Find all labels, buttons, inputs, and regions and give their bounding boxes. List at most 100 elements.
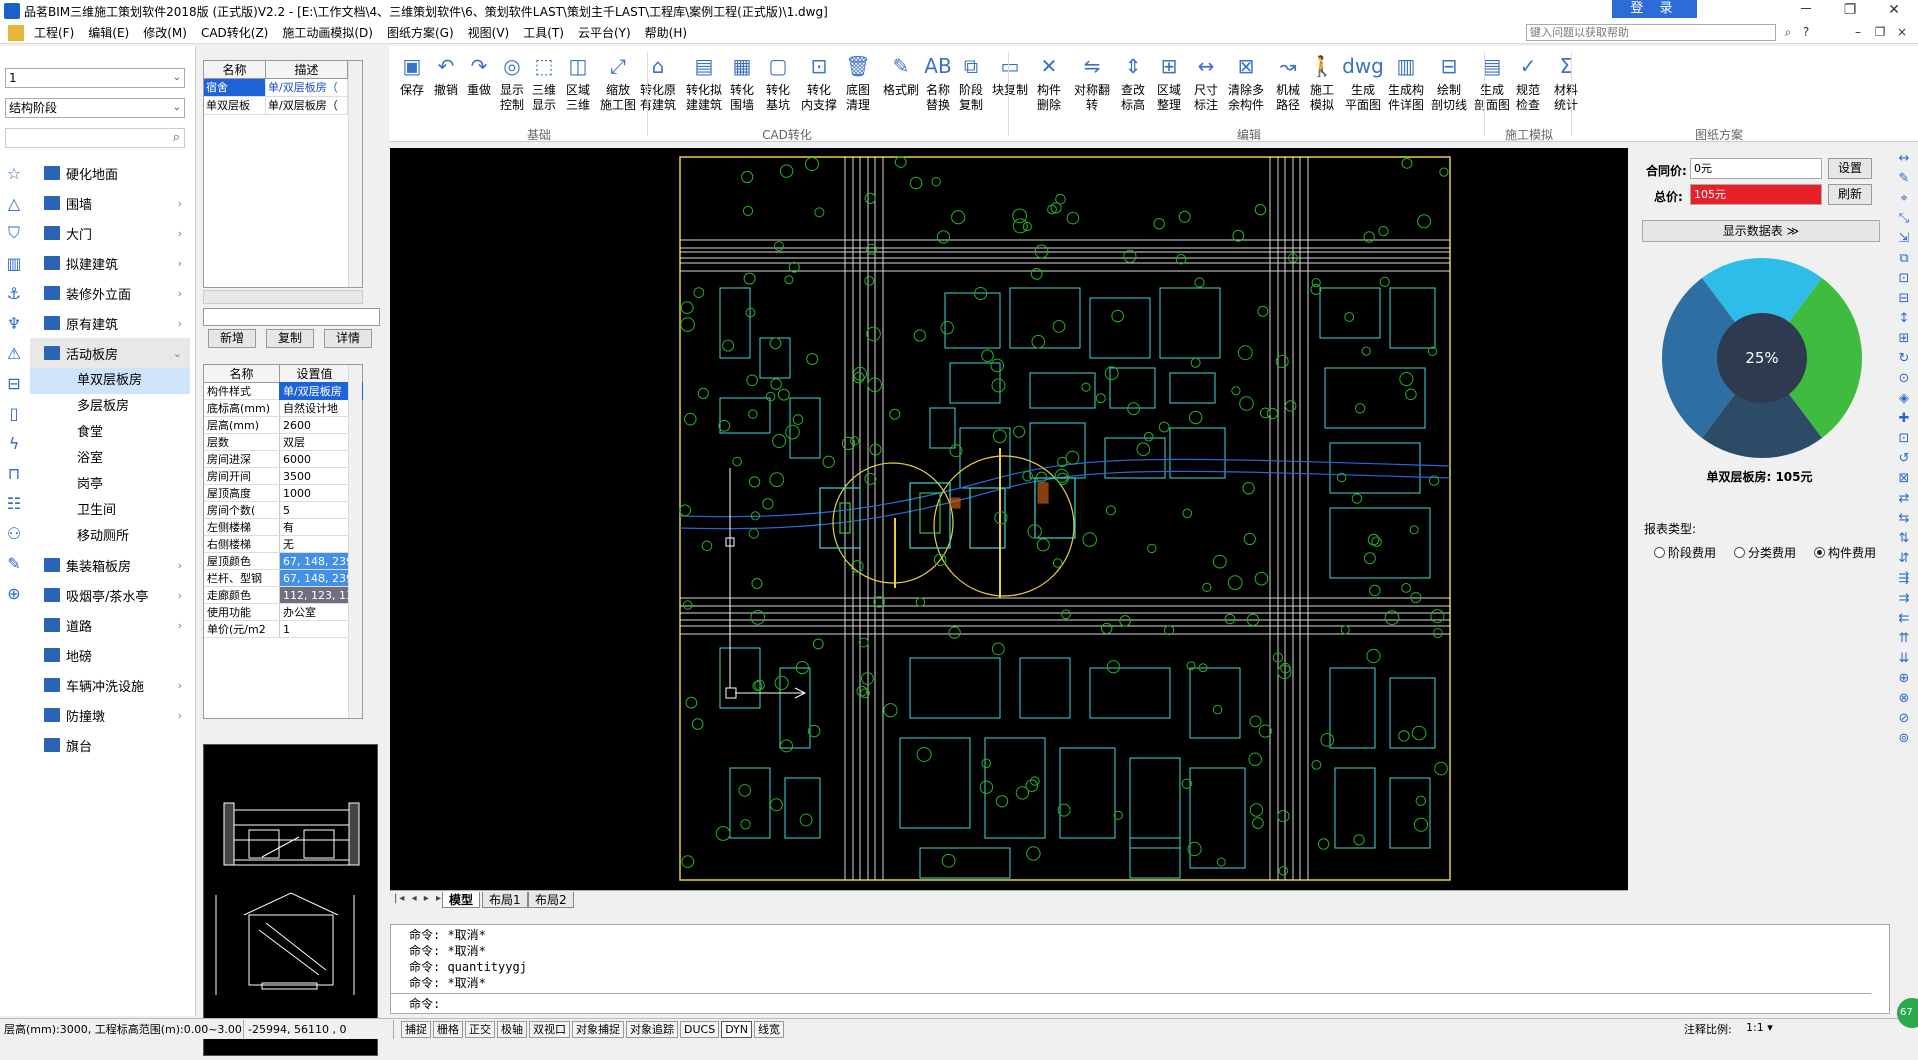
tool-icon[interactable]: ⇵ [1890,548,1918,568]
tool-icon[interactable]: ⤡ [1890,208,1918,228]
tab-layout2[interactable]: 布局2 [528,892,574,908]
star-icon[interactable]: ☆ [0,158,28,188]
section-line-button[interactable]: ⊟ 绘制 剖切线 [1429,52,1469,122]
zoom-region-icon[interactable]: ⊕ [0,578,28,608]
worker-button[interactable]: 🚶 施工 模拟 [1305,52,1339,122]
tree-sub-item[interactable]: 食堂 [30,420,190,446]
tool-icon[interactable]: ↕ [1890,308,1918,328]
tree-item[interactable]: 地磅 [30,640,190,670]
area-3d-button[interactable]: ◫ 区域 三维 [561,52,595,122]
tool-icon[interactable]: ⇈ [1890,628,1918,648]
dwg-button[interactable]: dwg 生成 平面图 [1342,52,1384,122]
fence-icon[interactable]: ☷ [0,488,28,518]
rename-button[interactable]: AB 名称 替换 [921,52,955,122]
check-button[interactable]: ✓ 规范 检查 [1511,52,1545,122]
group-icon[interactable]: ⚇ [0,518,28,548]
tree-sub-item[interactable]: 卫生间 [30,498,190,524]
tree-sub-item[interactable]: 多层板房 [30,394,190,420]
mirror-button[interactable]: ⇋ 对称翻转 [1069,52,1115,122]
floor-combo[interactable]: 1 ⌄ [5,68,185,88]
dimension-button[interactable]: ↔ 尺寸 标注 [1189,52,1223,122]
redo-button[interactable]: ↷ 重做 [462,52,496,122]
property-row[interactable]: 栏杆、型钢 67, 148, 239 [204,570,362,587]
convert-pit-button[interactable]: ▢ 转化 基坑 [761,52,795,122]
stage-combo[interactable]: 结构阶段 ⌄ [5,98,185,118]
close-button[interactable]: ✕ [1872,0,1916,22]
status-toggle[interactable]: 双视口 [529,1020,570,1038]
contract-price-field[interactable]: 0元 [1690,158,1822,179]
block-copy-button[interactable]: ▭ 块复制 [989,52,1031,122]
tool-icon[interactable]: ⧉ [1890,248,1918,268]
radio-stage-cost[interactable]: 阶段费用 [1654,544,1716,561]
restore-doc-icon[interactable]: ❐ [1872,24,1888,40]
property-row[interactable]: 层数 双层 [204,434,362,451]
min-doc-icon[interactable]: – [1850,24,1866,40]
tool-icon[interactable]: ⇆ [1890,508,1918,528]
tool-icon[interactable]: ⊕ [1890,668,1918,688]
detail-button[interactable]: ▥ 生成构 件详图 [1386,52,1426,122]
tool-icon[interactable]: ⇅ [1890,528,1918,548]
login-button[interactable]: 登 录 [1612,0,1697,18]
status-toggle[interactable]: 极轴 [497,1020,527,1038]
property-row[interactable]: 层高(mm) 2600 [204,417,362,434]
tool-icon[interactable]: ⇶ [1890,568,1918,588]
tree-item[interactable]: 集装箱板房 › [30,550,190,580]
property-row[interactable]: 使用功能 办公室 [204,604,362,621]
tool-icon[interactable]: ↺ [1890,448,1918,468]
3d-button[interactable]: ⬚ 三维 显示 [527,52,561,122]
detail-button[interactable]: 详情 [324,329,372,348]
add-button[interactable]: 新增 [208,329,256,348]
tool-icon[interactable]: ⇇ [1890,608,1918,628]
list-scrollbar[interactable] [348,61,362,287]
tree-item[interactable]: 围墙 › [30,188,190,218]
brush-button[interactable]: ✎ 格式刷 [881,52,921,122]
radio-component-cost[interactable]: 构件费用 [1814,544,1876,561]
property-row[interactable]: 房间开间 3500 [204,468,362,485]
tower-icon[interactable]: ♆ [0,308,28,338]
status-toggle[interactable]: 线宽 [754,1020,785,1038]
tree-item[interactable]: 车辆冲洗设施 › [30,670,190,700]
tree-sub-item[interactable]: 移动厕所 [30,524,190,550]
menu-item-3[interactable]: CAD转化(Z) [194,22,275,44]
status-toggle[interactable]: 对象捕捉 [572,1020,624,1038]
tree-item[interactable]: 大门 › [30,218,190,248]
convert-building-button[interactable]: ⌂ 转化原 有建筑 [637,52,679,122]
clean-button[interactable]: ⊠ 清除多 余构件 [1225,52,1267,122]
tool-icon[interactable]: ⊗ [1890,688,1918,708]
stage-copy-button[interactable]: ⧉ 阶段 复制 [954,52,988,122]
property-row[interactable]: 屋顶高度 1000 [204,485,362,502]
tool-icon[interactable]: ⊘ [1890,708,1918,728]
hook-icon[interactable]: ⚓ [0,278,28,308]
bulb-button[interactable]: ◎ 显示 控制 [495,52,529,122]
component-name-input[interactable] [203,308,380,326]
help-search-input[interactable]: 键入问题以获取帮助 [1526,24,1776,41]
show-data-table-button[interactable]: 显示数据表 ≫ [1642,220,1880,242]
property-scrollbar[interactable] [348,365,362,718]
tree-item[interactable]: 硬化地面 [30,158,190,188]
trash-button[interactable]: 🗑 底图 清理 [841,52,875,122]
list-hscrollbar[interactable] [203,290,363,304]
tree-item[interactable]: 装修外立面 › [30,278,190,308]
tree-item[interactable]: 拟建建筑 › [30,248,190,278]
component-search-input[interactable]: ⌕ [5,128,185,148]
warning-icon[interactable]: ⚠ [0,338,28,368]
tool-icon[interactable]: ⊟ [1890,288,1918,308]
sign-icon[interactable]: ⊟ [0,368,28,398]
crane-icon[interactable]: ⛉ [0,218,28,248]
menu-item-6[interactable]: 视图(V) [461,22,517,44]
cad-drawing-canvas[interactable] [390,148,1628,890]
tool-icon[interactable]: ⊚ [1890,728,1918,748]
tree-sub-item[interactable]: 单双层板房 [30,368,190,394]
property-row[interactable]: 左侧楼梯有 [204,519,362,536]
pencil-icon[interactable]: ✎ [0,548,28,578]
tool-icon[interactable]: ✎ [1890,168,1918,188]
convert-wall-button[interactable]: ▦ 转化 围墙 [725,52,759,122]
property-row[interactable]: 走廊颜色 112, 123, 139 [204,587,362,604]
tool-icon[interactable]: ⌖ [1890,188,1918,208]
status-toggle[interactable]: 对象追踪 [626,1020,678,1038]
tab-layout1[interactable]: 布局1 [482,892,528,908]
tool-icon[interactable]: ⇉ [1890,588,1918,608]
col-name-header[interactable]: 名称 [204,61,266,78]
delete-button[interactable]: ✕ 构件 删除 [1032,52,1066,122]
triangle-icon[interactable]: △ [0,188,28,218]
